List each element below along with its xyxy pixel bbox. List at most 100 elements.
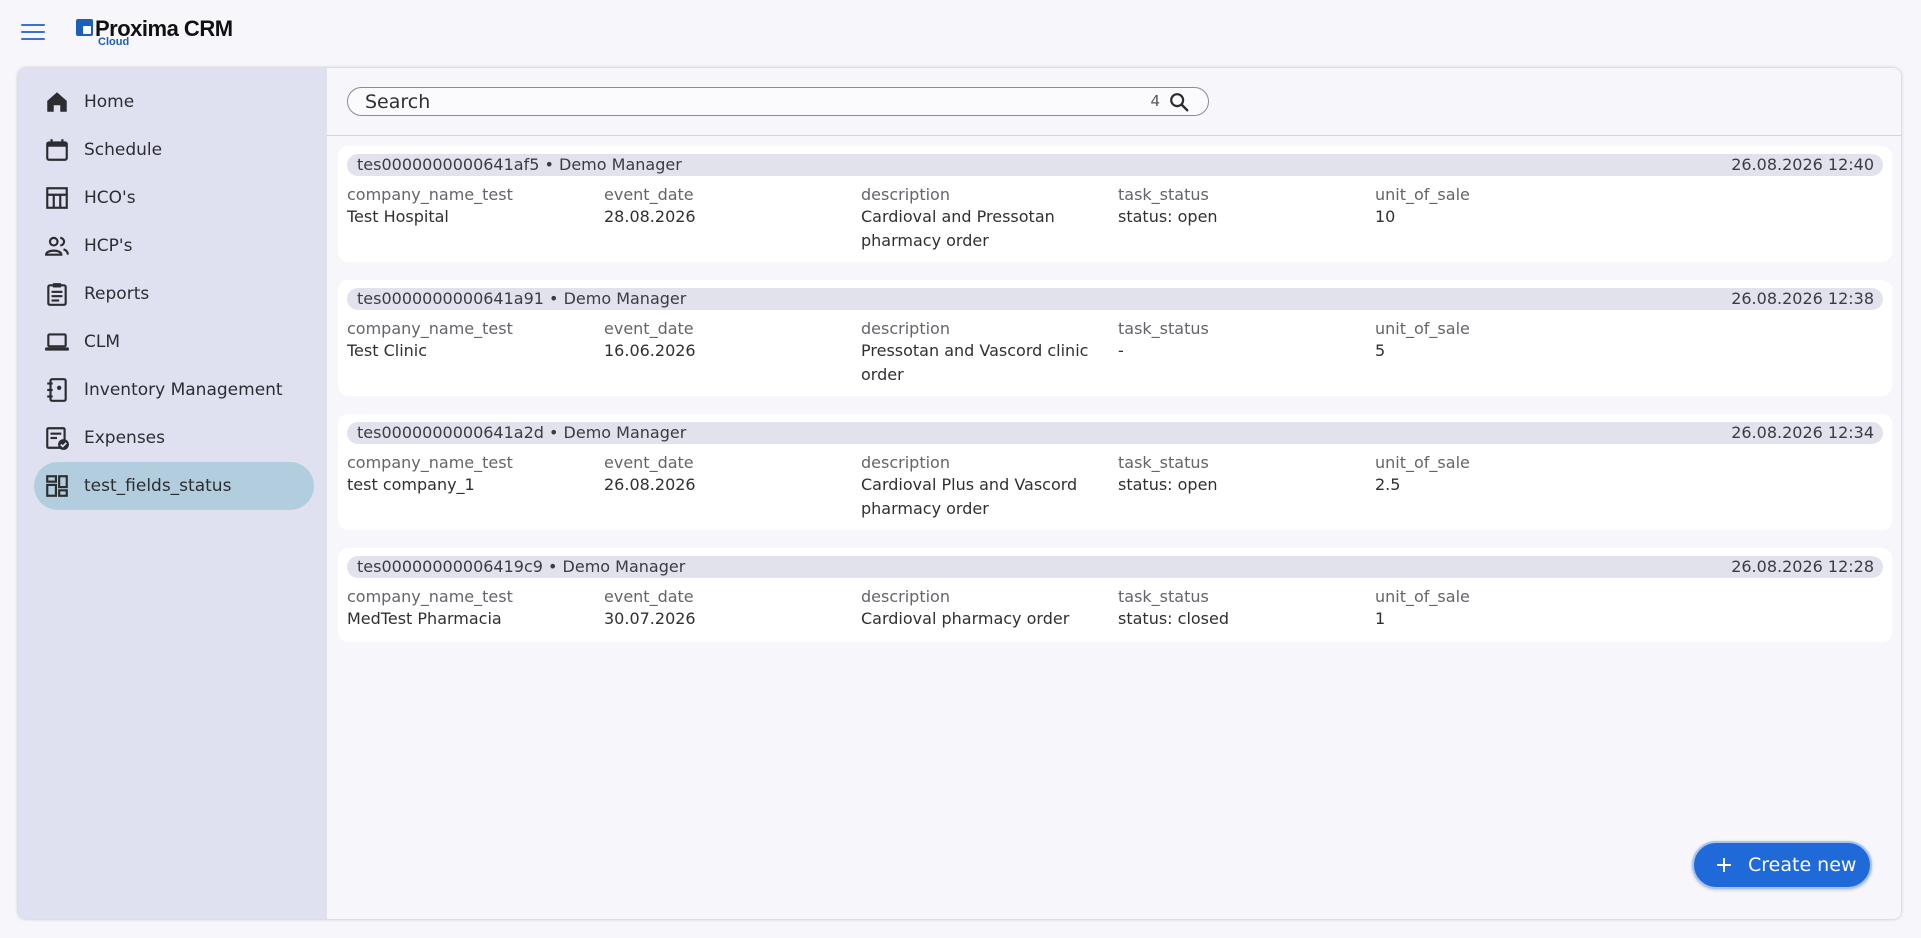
home-icon [44,89,70,115]
top-bar: Proxima CRM Cloud [0,0,1921,66]
record-title: tes0000000000641a2d • Demo Manager [357,423,687,442]
field-value: Cardioval and Pressotan pharmacy order [861,207,1055,250]
field-task-status: task_status status: open [1118,452,1358,497]
dashboard-icon [44,473,70,499]
search-bar: 4 [327,68,1901,136]
laptop-icon [44,329,70,355]
sidebar-item-label: HCP's [84,236,133,256]
field-value: 26.08.2026 [604,475,696,494]
calendar-icon [44,137,70,163]
record-header: tes00000000006419c9 • Demo Manager 26.08… [347,556,1883,578]
clipboard-icon [44,281,70,307]
field-label: event_date [604,453,694,472]
sidebar: Home Schedule HCO's HCP's Reports CLM In… [18,68,327,919]
field-description: description Pressotan and Vascord clinic… [861,318,1101,387]
field-value: Test Hospital [347,207,449,226]
field-description: description Cardioval Plus and Vascord p… [861,452,1101,521]
plus-icon [1717,858,1731,872]
notebook-icon [44,377,70,403]
search-box[interactable]: 4 [347,87,1209,116]
field-company-name: company_name_test MedTest Pharmacia [347,586,587,631]
field-value: 2.5 [1375,475,1401,494]
record-header: tes0000000000641af5 • Demo Manager 26.08… [347,154,1883,176]
record-card[interactable]: tes0000000000641af5 • Demo Manager 26.08… [338,146,1892,262]
sidebar-item-reports[interactable]: Reports [34,270,314,318]
field-value: - [1118,341,1124,360]
field-label: event_date [604,185,694,204]
sidebar-item-schedule[interactable]: Schedule [34,126,314,174]
record-timestamp: 26.08.2026 12:28 [1731,557,1874,576]
field-event-date: event_date 28.08.2026 [604,184,844,229]
field-unit-of-sale: unit_of_sale 1 [1375,586,1615,631]
field-task-status: task_status - [1118,318,1358,363]
search-input[interactable] [365,90,1125,113]
record-card[interactable]: tes0000000000641a91 • Demo Manager 26.08… [338,280,1892,396]
menu-icon[interactable] [21,24,45,44]
field-label: description [861,319,950,338]
field-company-name: company_name_test test company_1 [347,452,587,497]
field-value: Cardioval pharmacy order [861,609,1070,628]
record-card[interactable]: tes00000000006419c9 • Demo Manager 26.08… [338,548,1892,642]
field-label: task_status [1118,587,1209,606]
field-label: company_name_test [347,453,513,472]
sidebar-item-label: test_fields_status [84,476,232,496]
field-label: unit_of_sale [1375,319,1470,338]
field-value: status: open [1118,475,1218,494]
field-company-name: company_name_test Test Hospital [347,184,587,229]
field-label: unit_of_sale [1375,185,1470,204]
sidebar-item-label: CLM [84,332,121,352]
sidebar-item-label: Inventory Management [84,380,283,400]
field-value: Cardioval Plus and Vascord pharmacy orde… [861,475,1078,518]
field-label: description [861,185,950,204]
field-event-date: event_date 26.08.2026 [604,452,844,497]
record-card[interactable]: tes0000000000641a2d • Demo Manager 26.08… [338,414,1892,530]
field-task-status: task_status status: closed [1118,586,1358,631]
field-unit-of-sale: unit_of_sale 5 [1375,318,1615,363]
field-value: 28.08.2026 [604,207,696,226]
sidebar-item-label: Reports [84,284,150,304]
record-header: tes0000000000641a91 • Demo Manager 26.08… [347,288,1883,310]
app-frame: Home Schedule HCO's HCP's Reports CLM In… [18,68,1901,919]
brand-subtitle: Cloud [98,36,130,48]
field-label: company_name_test [347,319,513,338]
sidebar-item-label: Home [84,92,135,112]
field-value: status: closed [1118,609,1230,628]
field-unit-of-sale: unit_of_sale 2.5 [1375,452,1615,497]
sidebar-item-label: HCO's [84,188,136,208]
field-label: description [861,587,950,606]
field-value: status: open [1118,207,1218,226]
field-label: company_name_test [347,185,513,204]
field-label: unit_of_sale [1375,587,1470,606]
receipt-check-icon [44,425,70,451]
record-timestamp: 26.08.2026 12:38 [1731,289,1874,308]
field-value: 16.06.2026 [604,341,696,360]
search-icon[interactable] [1168,91,1190,113]
record-title: tes0000000000641a91 • Demo Manager [357,289,687,308]
brand-logo: Proxima CRM Cloud [76,16,236,50]
people-icon [44,233,70,259]
field-label: event_date [604,319,694,338]
field-value: Pressotan and Vascord clinic order [861,341,1089,384]
sidebar-item-test-fields-status[interactable]: test_fields_status [34,462,314,510]
sidebar-item-home[interactable]: Home [34,78,314,126]
field-company-name: company_name_test Test Clinic [347,318,587,363]
main-content: 4 tes0000000000641af5 • Demo Manager 26.… [327,68,1901,919]
field-unit-of-sale: unit_of_sale 10 [1375,184,1615,229]
create-new-button[interactable]: Create new [1692,841,1872,889]
create-new-label: Create new [1748,854,1857,876]
sidebar-item-inventory-management[interactable]: Inventory Management [34,366,314,414]
sidebar-item-expenses[interactable]: Expenses [34,414,314,462]
field-event-date: event_date 16.06.2026 [604,318,844,363]
field-event-date: event_date 30.07.2026 [604,586,844,631]
sidebar-item-hcos[interactable]: HCO's [34,174,314,222]
sidebar-item-label: Schedule [84,140,163,160]
field-description: description Cardioval pharmacy order [861,586,1101,631]
field-label: unit_of_sale [1375,453,1470,472]
field-label: task_status [1118,319,1209,338]
field-label: task_status [1118,185,1209,204]
sidebar-item-clm[interactable]: CLM [34,318,314,366]
sidebar-item-label: Expenses [84,428,165,448]
field-value: 1 [1375,609,1386,628]
sidebar-item-hcps[interactable]: HCP's [34,222,314,270]
field-description: description Cardioval and Pressotan phar… [861,184,1101,253]
